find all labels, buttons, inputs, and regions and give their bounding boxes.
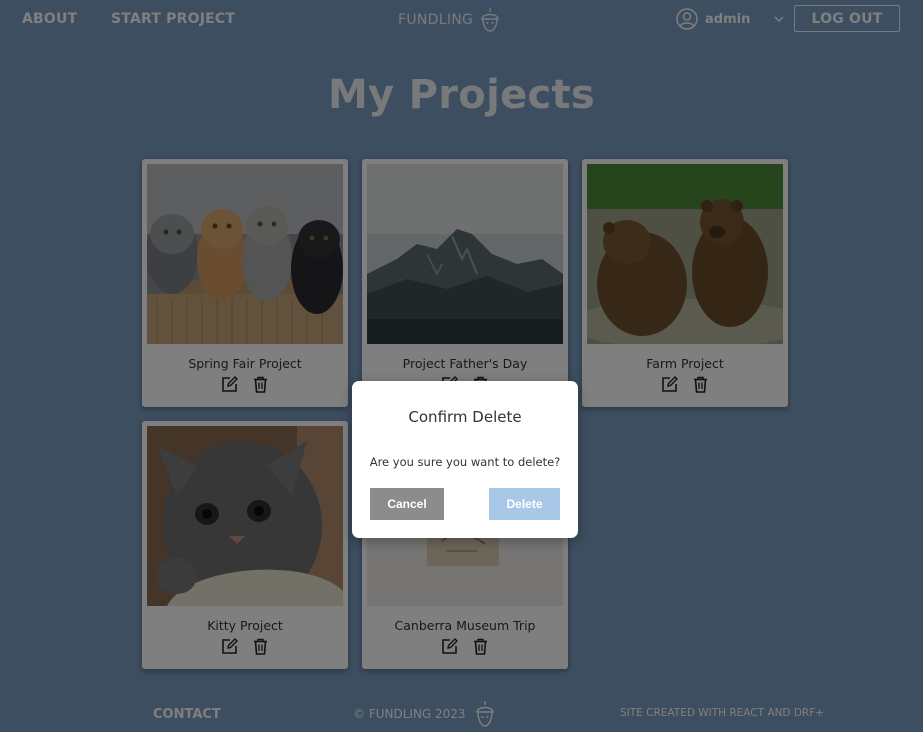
dialog-message: Are you sure you want to delete? [369, 455, 561, 469]
confirm-delete-dialog: Confirm Delete Are you sure you want to … [352, 381, 578, 538]
dialog-title: Confirm Delete [408, 408, 522, 426]
delete-button[interactable]: Delete [489, 488, 560, 520]
modal-backdrop[interactable] [0, 0, 923, 732]
cancel-button[interactable]: Cancel [370, 488, 444, 520]
